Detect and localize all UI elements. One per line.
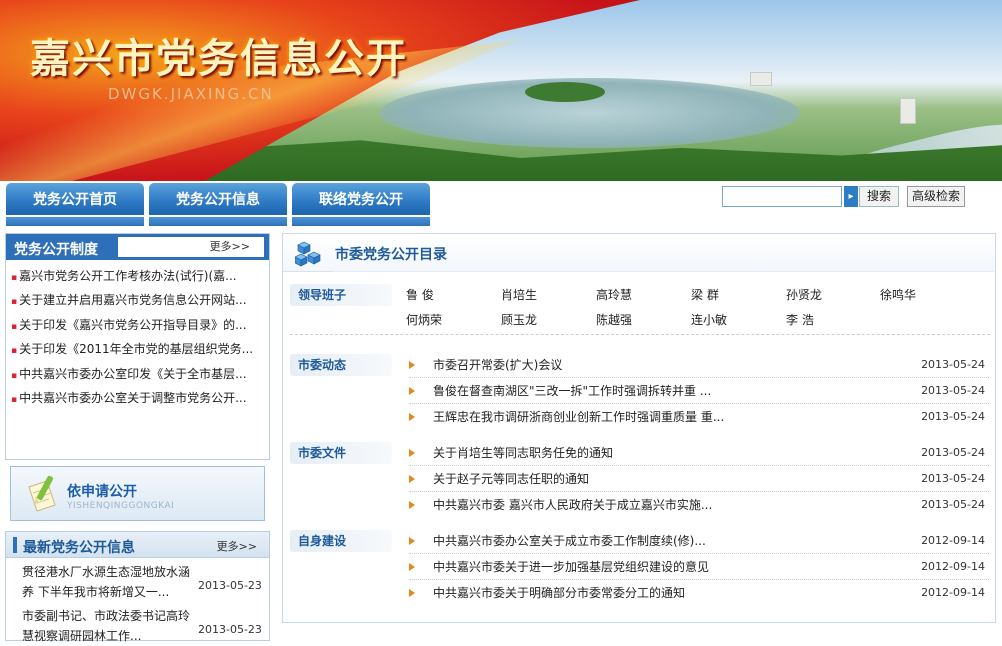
article-row[interactable]: 中共嘉兴市委关于进一步加强基层党组织建设的意见 2012-09-14 (409, 554, 989, 580)
article-title[interactable]: 鲁俊在督查南湖区"三改一拆"工作时强调拆转并重 ... (433, 378, 853, 404)
banner-tower (900, 98, 916, 124)
arrow-icon (409, 413, 415, 421)
arrow-icon (409, 475, 415, 483)
apply-title: 依申请公开 (67, 484, 137, 500)
news-date: 2013-05-23 (198, 623, 262, 636)
article-title[interactable]: 关于赵子元等同志任职的通知 (433, 466, 853, 492)
panel-header: 党务公开制度 更多>> (6, 234, 269, 260)
nav-tab-liaison[interactable]: 联络党务公开 (292, 183, 430, 215)
catalog-title: 市委党务公开目录 (335, 247, 447, 263)
panel-header: 最新党务公开信息 更多>> (6, 532, 269, 558)
leader-name[interactable]: 顾玉龙 (501, 311, 537, 328)
news-item[interactable]: 市委副书记、市政法委书记高玲慧视察调研园林工作... 2013-05-23 (6, 602, 269, 646)
panel-title: 最新党务公开信息 (13, 537, 135, 557)
nav-tab-info[interactable]: 党务公开信息 (149, 183, 287, 215)
arrow-icon (409, 387, 415, 395)
site-title: 嘉兴市党务信息公开 (30, 35, 408, 82)
article-row[interactable]: 中共嘉兴市委关于明确部分市委常委分工的通知 2012-09-14 (409, 580, 989, 606)
catalog-panel: 市委党务公开目录 领导班子 鲁 俊 肖培生 高玲慧 梁 群 孙贤龙 徐鸣华 何炳… (282, 233, 996, 623)
search-go-icon[interactable]: ▸ (844, 186, 858, 207)
leader-name[interactable]: 高玲慧 (596, 286, 632, 303)
divider (290, 334, 990, 335)
news-title[interactable]: 贯径港水厂水源生态湿地放水涵养 下半年我市将新增又一... (22, 562, 197, 602)
leader-name[interactable]: 连小敏 (691, 311, 727, 328)
apply-disclosure-card[interactable]: 依申请公开 YISHENQINGGONGKAI (10, 466, 265, 521)
system-list: 嘉兴市党务公开工作考核办法(试行)(嘉... 关于建立并启用嘉兴市党务信息公开网… (6, 260, 269, 410)
article-date: 2013-05-24 (921, 410, 985, 423)
arrow-icon (409, 589, 415, 597)
article-row[interactable]: 关于肖培生等同志职务任免的通知 2013-05-24 (409, 440, 989, 466)
search-button[interactable]: 搜索 (859, 186, 899, 207)
article-title[interactable]: 王辉忠在我市调研浙商创业创新工作时强调重质量 重... (433, 404, 853, 430)
article-row[interactable]: 中共嘉兴市委 嘉兴市人民政府关于成立嘉兴市实施... 2013-05-24 (409, 492, 989, 518)
leader-name[interactable]: 何炳荣 (406, 311, 442, 328)
more-link[interactable]: 更多>> (217, 538, 257, 554)
article-date: 2013-05-24 (921, 384, 985, 397)
article-row[interactable]: 关于赵子元等同志任职的通知 2013-05-24 (409, 466, 989, 492)
arrow-icon (409, 537, 415, 545)
leader-name[interactable]: 孙贤龙 (786, 286, 822, 303)
news-title[interactable]: 市委副书记、市政法委书记高玲慧视察调研园林工作... (22, 606, 197, 646)
list-item[interactable]: 中共嘉兴市委办公室关于调整市党务公开... (11, 386, 269, 410)
latest-info-panel: 最新党务公开信息 更多>> 贯径港水厂水源生态湿地放水涵养 下半年我市将新增又一… (5, 531, 270, 643)
article-date: 2012-09-14 (921, 586, 985, 599)
article-row[interactable]: 市委召开常委(扩大)会议 2013-05-24 (409, 352, 989, 378)
list-item[interactable]: 嘉兴市党务公开工作考核办法(试行)(嘉... (11, 264, 269, 288)
article-row[interactable]: 鲁俊在督查南湖区"三改一拆"工作时强调拆转并重 ... 2013-05-24 (409, 378, 989, 404)
list-item[interactable]: 关于建立并启用嘉兴市党务信息公开网站... (11, 288, 269, 312)
cubes-icon (295, 241, 321, 267)
article-date: 2013-05-24 (921, 446, 985, 459)
article-date: 2013-05-24 (921, 358, 985, 371)
site-domain: DWGK.JIAXING.CN (108, 85, 274, 103)
article-title[interactable]: 中共嘉兴市委关于明确部分市委常委分工的通知 (433, 580, 853, 606)
pen-paper-icon (28, 475, 56, 512)
leader-name[interactable]: 李 浩 (786, 311, 814, 328)
apply-subtitle: YISHENQINGGONGKAI (67, 501, 175, 511)
article-title[interactable]: 中共嘉兴市委关于进一步加强基层党组织建设的意见 (433, 554, 853, 580)
category-committee-news[interactable]: 市委动态 (290, 354, 392, 376)
nav-tab-home[interactable]: 党务公开首页 (6, 183, 144, 215)
leader-name[interactable]: 徐鸣华 (880, 286, 916, 303)
arrow-icon (409, 501, 415, 509)
article-date: 2012-09-14 (921, 534, 985, 547)
list-item[interactable]: 关于印发《2011年全市党的基层组织党务... (11, 337, 269, 361)
panel-title: 党务公开制度 (14, 242, 98, 258)
news-date: 2013-05-23 (198, 579, 262, 592)
site-banner: 嘉兴市党务信息公开 DWGK.JIAXING.CN (0, 0, 1002, 181)
nav-tab-home-base (6, 217, 144, 226)
list-item[interactable]: 中共嘉兴市委办公室印发《关于全市基层... (11, 362, 269, 386)
article-date: 2013-05-24 (921, 472, 985, 485)
article-date: 2012-09-14 (921, 560, 985, 573)
nav-tab-liaison-base (292, 217, 430, 226)
leader-name[interactable]: 鲁 俊 (406, 286, 434, 303)
news-item[interactable]: 贯径港水厂水源生态湿地放水涵养 下半年我市将新增又一... 2013-05-23 (6, 558, 269, 602)
arrow-icon (409, 449, 415, 457)
leader-name[interactable]: 肖培生 (501, 286, 537, 303)
list-item[interactable]: 关于印发《嘉兴市党务公开指导目录》的... (11, 313, 269, 337)
nav-tab-info-base (149, 217, 287, 226)
article-title[interactable]: 中共嘉兴市委 嘉兴市人民政府关于成立嘉兴市实施... (433, 492, 853, 518)
banner-building (750, 72, 772, 86)
leader-name[interactable]: 陈越强 (596, 311, 632, 328)
category-committee-documents[interactable]: 市委文件 (290, 442, 392, 464)
article-date: 2013-05-24 (921, 498, 985, 511)
article-title[interactable]: 中共嘉兴市委办公室关于成立市委工作制度续(修)... (433, 528, 853, 554)
search-input[interactable] (722, 186, 842, 207)
category-leaders[interactable]: 领导班子 (290, 284, 392, 306)
article-title[interactable]: 关于肖培生等同志职务任免的通知 (433, 440, 853, 466)
category-self-building[interactable]: 自身建设 (290, 530, 392, 552)
arrow-icon (409, 563, 415, 571)
advanced-search-button[interactable]: 高级检索 (907, 186, 965, 207)
leader-name[interactable]: 梁 群 (691, 286, 719, 303)
article-row[interactable]: 中共嘉兴市委办公室关于成立市委工作制度续(修)... 2012-09-14 (409, 528, 989, 554)
catalog-header: 市委党务公开目录 (283, 234, 995, 272)
article-title[interactable]: 市委召开常委(扩大)会议 (433, 352, 853, 378)
article-row[interactable]: 王辉忠在我市调研浙商创业创新工作时强调重质量 重... 2013-05-24 (409, 404, 989, 430)
banner-island (525, 82, 605, 102)
disclosure-system-panel: 党务公开制度 更多>> 嘉兴市党务公开工作考核办法(试行)(嘉... 关于建立并… (5, 233, 270, 460)
more-link[interactable]: 更多>> (118, 237, 264, 257)
arrow-icon (409, 361, 415, 369)
